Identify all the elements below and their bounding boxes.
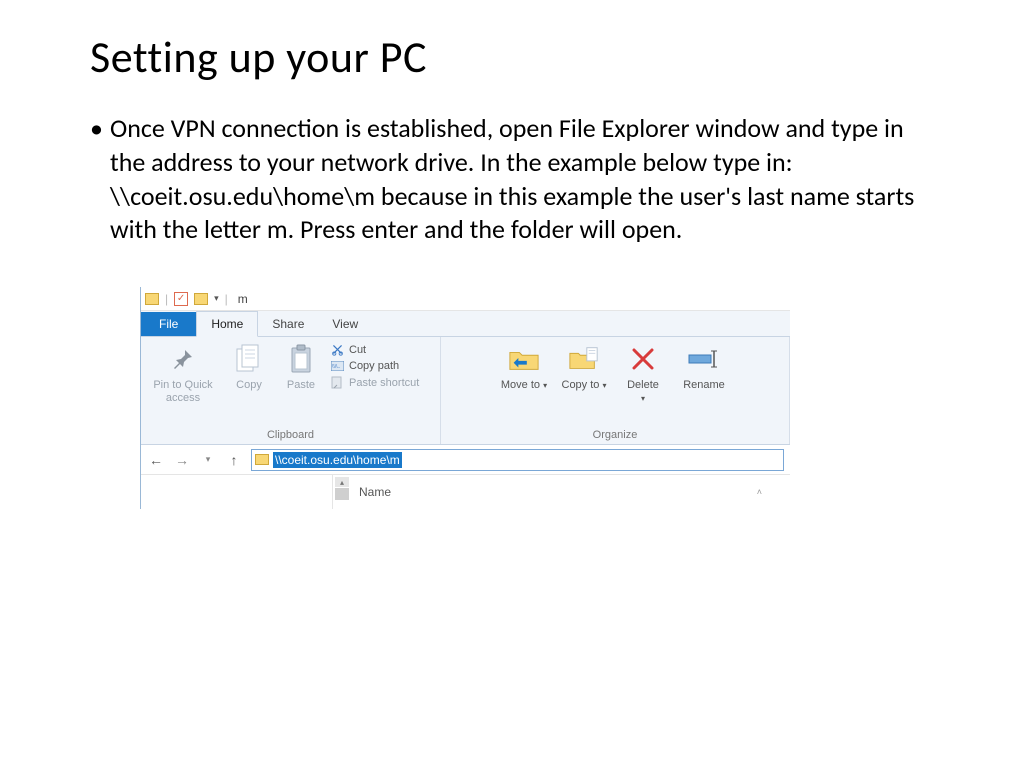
clipboard-mini-list: Cut \\\\.. Copy path Paste shortcut <box>331 341 419 389</box>
rename-label: Rename <box>683 379 725 392</box>
content-area: ▴ Name ˄ <box>141 475 790 509</box>
scroll-up-icon[interactable]: ▴ <box>335 477 349 487</box>
nav-history-dropdown[interactable]: ▾ <box>199 451 217 469</box>
copy-path-label: Copy path <box>349 360 399 372</box>
rename-icon <box>688 343 720 375</box>
copy-path-button[interactable]: \\\\.. Copy path <box>331 360 419 372</box>
rename-button[interactable]: Rename <box>676 341 732 392</box>
pin-label: Pin to Quick access <box>147 379 219 404</box>
tab-view[interactable]: View <box>318 312 372 336</box>
qat-dropdown-icon[interactable]: ▾ <box>214 293 219 304</box>
qat-properties-icon[interactable]: ✓ <box>174 292 188 306</box>
organize-group-label: Organize <box>441 427 789 444</box>
delete-button[interactable]: Delete ▾ <box>618 341 668 404</box>
cut-label: Cut <box>349 344 366 356</box>
delete-label: Delete <box>627 379 659 391</box>
bullet-text: Once VPN connection is established, open… <box>110 112 934 247</box>
paste-shortcut-icon <box>331 376 344 389</box>
bullet-marker: • <box>90 112 110 247</box>
tab-share[interactable]: Share <box>258 312 318 336</box>
dropdown-caret-icon: ▾ <box>641 394 645 403</box>
slide-title: Setting up your PC <box>90 30 934 84</box>
address-folder-icon <box>255 454 269 465</box>
tab-file[interactable]: File <box>141 312 196 336</box>
pin-to-quick-access-button[interactable]: Pin to Quick access <box>147 341 219 404</box>
address-bar-row: ← → ▾ ↑ \\coeit.osu.edu\home\m <box>141 445 790 475</box>
cut-button[interactable]: Cut <box>331 343 419 356</box>
scroll-hint: ▴ <box>333 475 351 509</box>
copy-to-icon <box>568 343 600 375</box>
nav-up-button[interactable]: ↑ <box>225 451 243 469</box>
paste-shortcut-label: Paste shortcut <box>349 377 419 389</box>
qat-separator: | <box>165 292 168 306</box>
column-name[interactable]: Name <box>359 485 391 499</box>
group-clipboard: Pin to Quick access Copy Paste <box>141 337 441 444</box>
paste-label: Paste <box>287 379 315 392</box>
copy-path-icon: \\\\.. <box>331 361 344 371</box>
window-title: m <box>238 292 248 306</box>
pin-icon <box>167 343 199 375</box>
title-bar: | ✓ ▾ | m <box>141 287 790 311</box>
address-text: \\coeit.osu.edu\home\m <box>273 452 402 468</box>
paste-icon <box>285 343 317 375</box>
copy-label: Copy <box>236 379 262 392</box>
column-headers: Name ˄ <box>351 475 790 509</box>
file-explorer-window: | ✓ ▾ | m File Home Share View Pin to Qu… <box>140 287 790 509</box>
scroll-thumb[interactable] <box>335 488 349 500</box>
ribbon-tabs: File Home Share View <box>141 311 790 337</box>
address-input[interactable]: \\coeit.osu.edu\home\m <box>251 449 784 471</box>
clipboard-group-label: Clipboard <box>141 427 440 444</box>
qat-separator-2: | <box>225 292 228 306</box>
paste-button[interactable]: Paste <box>279 341 323 392</box>
dropdown-caret-icon: ▾ <box>543 381 547 390</box>
copy-to-label: Copy to <box>562 379 600 391</box>
nav-back-button[interactable]: ← <box>147 451 165 469</box>
paste-shortcut-button[interactable]: Paste shortcut <box>331 376 419 389</box>
dropdown-caret-icon: ▾ <box>602 381 606 390</box>
app-icon <box>145 293 159 305</box>
delete-icon <box>627 343 659 375</box>
move-to-icon <box>508 343 540 375</box>
bullet-item: • Once VPN connection is established, op… <box>90 112 934 247</box>
ribbon: Pin to Quick access Copy Paste <box>141 337 790 445</box>
copy-button[interactable]: Copy <box>227 341 271 392</box>
qat-newfolder-icon[interactable] <box>194 293 208 305</box>
cut-icon <box>331 343 344 356</box>
copy-to-button[interactable]: Copy to ▾ <box>558 341 610 392</box>
nav-forward-button[interactable]: → <box>173 451 191 469</box>
copy-icon <box>233 343 265 375</box>
move-to-button[interactable]: Move to ▾ <box>498 341 550 392</box>
svg-text:\\\\..: \\\\.. <box>332 364 340 370</box>
group-organize: Move to ▾ Copy to ▾ Delete ▾ <box>441 337 790 444</box>
tab-home[interactable]: Home <box>196 311 258 337</box>
move-to-label: Move to <box>501 379 540 391</box>
navigation-pane[interactable] <box>141 475 333 509</box>
column-sort-indicator-icon: ˄ <box>757 487 762 497</box>
